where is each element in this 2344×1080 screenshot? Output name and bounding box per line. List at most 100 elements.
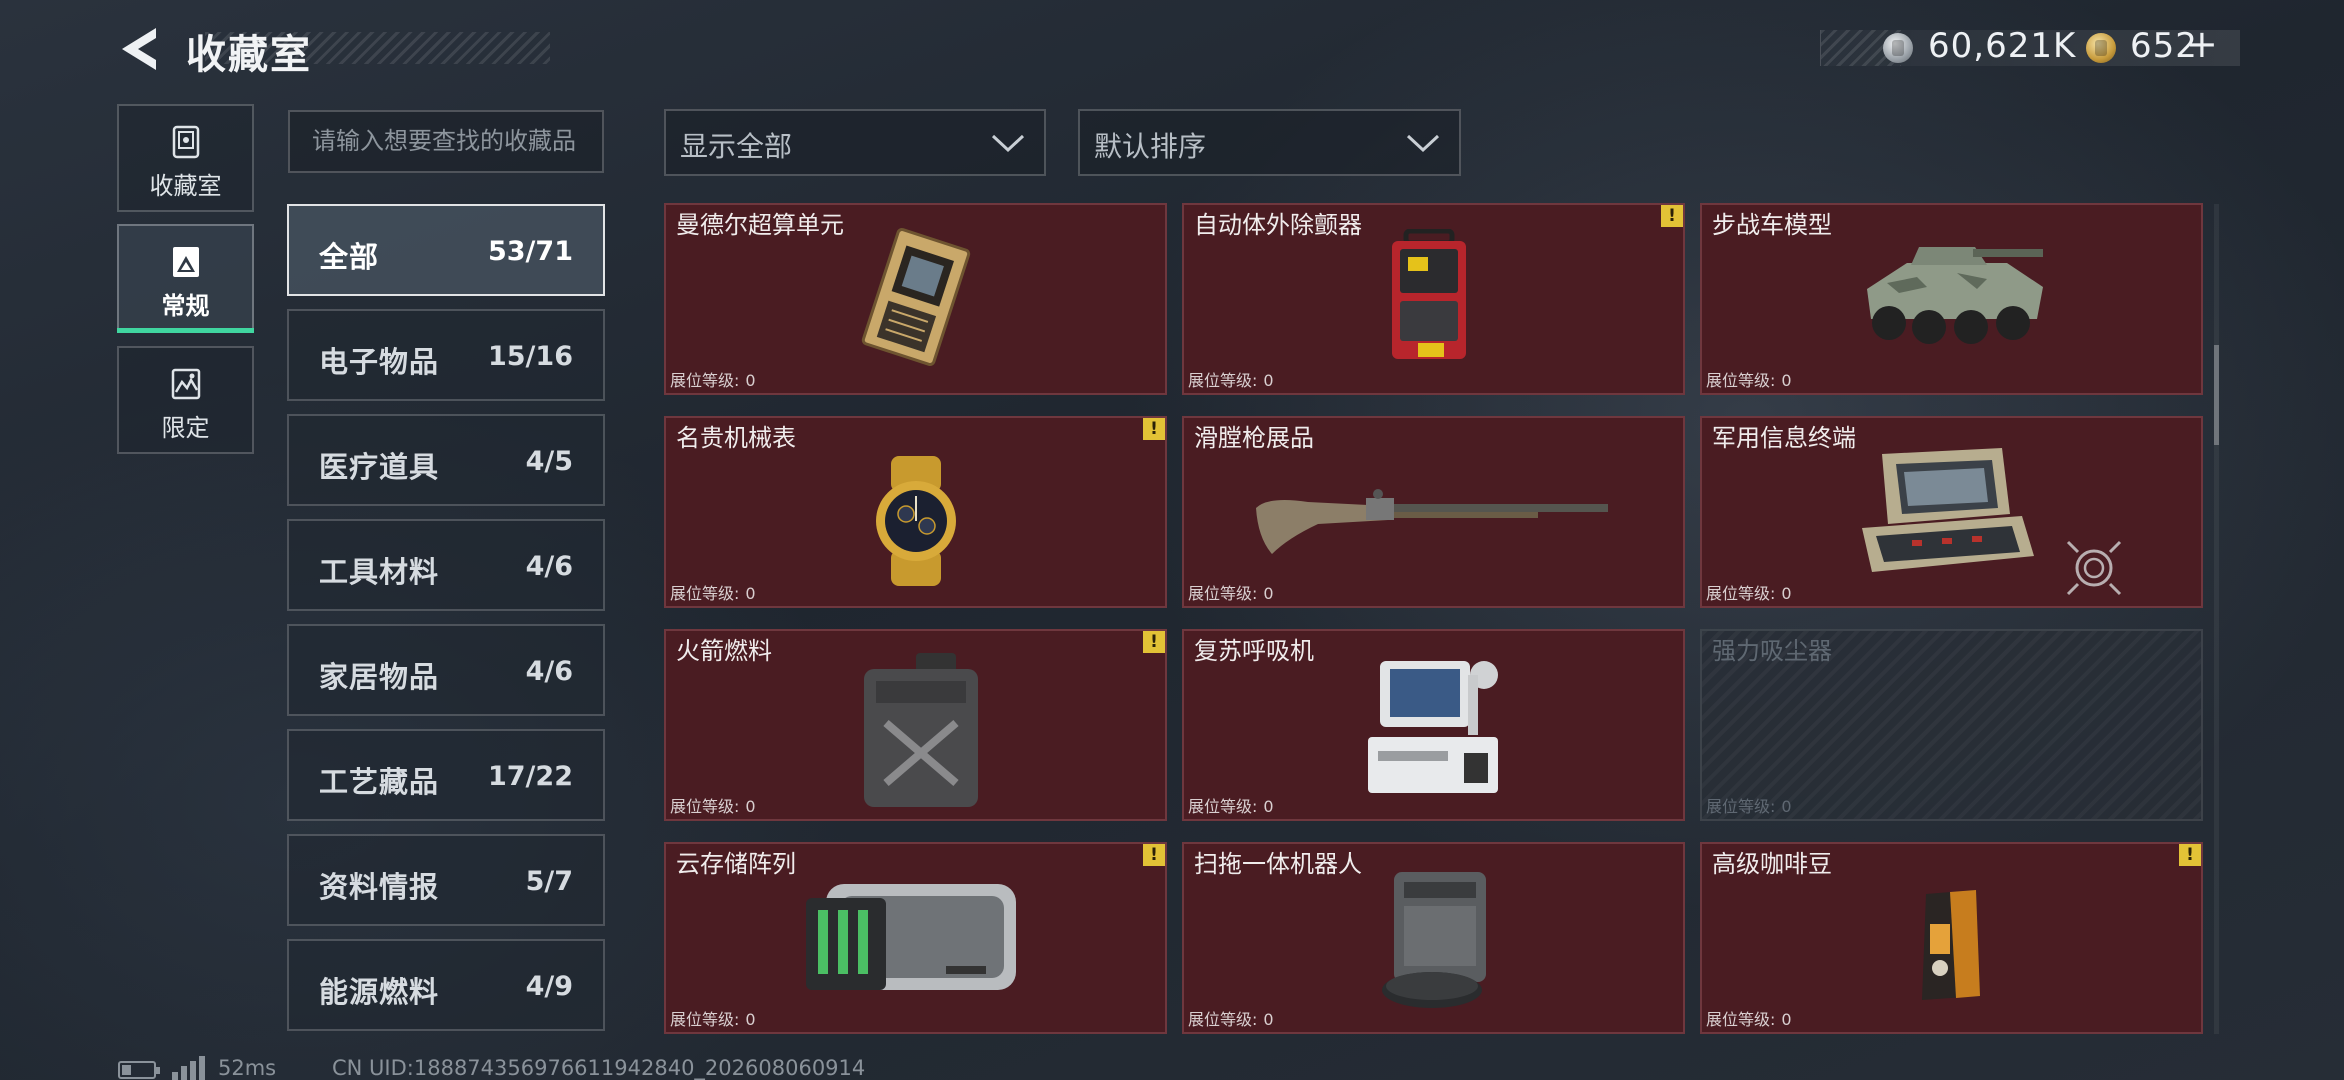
search-input[interactable]: 请输入想要查找的收藏品 xyxy=(288,110,604,173)
page-title: 收藏室 xyxy=(186,32,312,78)
booth-level: 展位等级: 0 xyxy=(1706,797,1792,816)
watch-image xyxy=(876,456,956,586)
gallery-icon xyxy=(172,247,199,277)
category-name: 全部 xyxy=(319,240,380,274)
category-count: 4/9 xyxy=(525,971,573,1002)
collection-card[interactable]: 云存储阵列 ! 展位等级: 0 xyxy=(664,842,1167,1034)
item-name: 名贵机械表 xyxy=(676,424,796,452)
tab-regular-label: 常规 xyxy=(161,292,210,320)
add-currency-button[interactable]: + xyxy=(2186,22,2219,66)
collection-card[interactable]: 火箭燃料 ! 展位等级: 0 xyxy=(664,629,1167,821)
booth-level-value: 0 xyxy=(1263,1010,1274,1029)
signal-icon xyxy=(172,1056,206,1080)
collection-card[interactable]: 军用信息终端 展位等级: 0 xyxy=(1700,416,2203,608)
booth-level: 展位等级: 0 xyxy=(670,371,756,390)
category-count: 17/22 xyxy=(487,761,573,792)
item-name: 高级咖啡豆 xyxy=(1712,850,1832,878)
silver-coin-icon xyxy=(1883,33,1913,63)
booth-level: 展位等级: 0 xyxy=(670,797,756,816)
item-name: 步战车模型 xyxy=(1712,211,1832,239)
tab-vault-label: 收藏室 xyxy=(149,172,222,200)
booth-level-value: 0 xyxy=(745,1010,756,1029)
collection-grid: 曼德尔超算单元 展位等级: 0 自动体外除颤器 ! 展位等级: 0 步战车模型 展位… xyxy=(664,203,2203,1035)
category-count: 4/5 xyxy=(525,446,573,477)
booth-level: 展位等级: 0 xyxy=(1188,584,1274,603)
booth-level-value: 0 xyxy=(1781,371,1792,390)
booth-level-value: 0 xyxy=(745,797,756,816)
tab-vault[interactable]: 收藏室 xyxy=(117,104,254,212)
warning-badge-icon: ! xyxy=(1661,205,1683,227)
item-name: 强力吸尘器 xyxy=(1712,637,1832,665)
category-name: 能源燃料 xyxy=(319,975,440,1009)
booth-level: 展位等级: 0 xyxy=(1188,371,1274,390)
chevron-down-icon xyxy=(991,134,1025,153)
collection-card[interactable]: 复苏呼吸机 展位等级: 0 xyxy=(1182,629,1685,821)
collection-card[interactable]: 扫拖一体机器人 展位等级: 0 xyxy=(1182,842,1685,1034)
warning-badge-icon: ! xyxy=(1143,844,1165,866)
booth-level: 展位等级: 0 xyxy=(1706,371,1792,390)
grid-scroll-thumb[interactable] xyxy=(2214,345,2219,445)
category-count: 15/16 xyxy=(487,341,573,372)
ifv-model-image xyxy=(1867,247,2043,344)
booth-level-value: 0 xyxy=(1781,797,1792,816)
tab-limited[interactable]: 限定 xyxy=(117,346,254,454)
category-tools[interactable]: 工具材料 4/6 xyxy=(287,519,605,611)
category-name: 工具材料 xyxy=(319,555,440,589)
category-household[interactable]: 家居物品 4/6 xyxy=(287,624,605,716)
collection-card[interactable]: 名贵机械表 ! 展位等级: 0 xyxy=(664,416,1167,608)
category-medical[interactable]: 医疗道具 4/5 xyxy=(287,414,605,506)
category-fuel[interactable]: 能源燃料 4/9 xyxy=(287,939,605,1031)
robot-vacuum-image xyxy=(1382,872,1486,1008)
category-count: 53/71 xyxy=(487,236,573,267)
target-reticle-icon xyxy=(2066,540,2122,596)
tab-regular[interactable]: 常规 xyxy=(117,224,254,332)
ventilator-image xyxy=(1368,661,1498,793)
fuel-can-image xyxy=(864,653,978,807)
category-all[interactable]: 全部 53/71 xyxy=(287,204,605,296)
collection-card[interactable]: 自动体外除颤器 ! 展位等级: 0 xyxy=(1182,203,1685,395)
ping-value: 52ms xyxy=(218,1056,277,1080)
supercomputer-unit-image xyxy=(861,228,971,366)
item-name: 自动体外除颤器 xyxy=(1194,211,1362,239)
collection-card-locked[interactable]: 强力吸尘器 展位等级: 0 xyxy=(1700,629,2203,821)
vault-icon xyxy=(172,125,199,159)
storage-array-image xyxy=(806,884,1016,990)
category-name: 资料情报 xyxy=(319,870,440,904)
item-name: 滑膛枪展品 xyxy=(1194,424,1314,452)
booth-level-value: 0 xyxy=(745,371,756,390)
category-name: 工艺藏品 xyxy=(319,765,440,799)
back-button[interactable] xyxy=(118,26,160,72)
booth-level-value: 0 xyxy=(1781,1010,1792,1029)
filter-dropdown-value: 显示全部 xyxy=(680,130,793,163)
user-uid: CN UID:1888743569766119428​40_2026080609… xyxy=(332,1056,866,1080)
category-crafts[interactable]: 工艺藏品 17/22 xyxy=(287,729,605,821)
category-count: 5/7 xyxy=(525,866,573,897)
gold-coin-icon xyxy=(2086,33,2116,63)
collection-card[interactable]: 滑膛枪展品 展位等级: 0 xyxy=(1182,416,1685,608)
item-name: 火箭燃料 xyxy=(676,637,772,665)
collection-card[interactable]: 高级咖啡豆 ! 展位等级: 0 xyxy=(1700,842,2203,1034)
category-name: 电子物品 xyxy=(319,345,440,379)
category-intel[interactable]: 资料情报 5/7 xyxy=(287,834,605,926)
category-count: 4/6 xyxy=(525,551,573,582)
military-terminal-image xyxy=(1862,448,2034,572)
battery-icon xyxy=(118,1061,160,1079)
booth-level-value: 0 xyxy=(745,584,756,603)
booth-level: 展位等级: 0 xyxy=(670,1010,756,1029)
sort-dropdown[interactable]: 默认排序 xyxy=(1078,109,1461,176)
collection-card[interactable]: 曼德尔超算单元 展位等级: 0 xyxy=(664,203,1167,395)
filter-dropdown[interactable]: 显示全部 xyxy=(664,109,1046,176)
coffee-bag-image xyxy=(1922,890,1980,1000)
booth-level: 展位等级: 0 xyxy=(1706,1010,1792,1029)
collection-card[interactable]: 步战车模型 展位等级: 0 xyxy=(1700,203,2203,395)
category-electronics[interactable]: 电子物品 15/16 xyxy=(287,309,605,401)
item-name: 扫拖一体机器人 xyxy=(1194,850,1362,878)
item-name: 复苏呼吸机 xyxy=(1194,637,1314,665)
booth-level-value: 0 xyxy=(1263,584,1274,603)
booth-level: 展位等级: 0 xyxy=(670,584,756,603)
booth-level: 展位等级: 0 xyxy=(1706,584,1792,603)
defibrillator-image xyxy=(1392,229,1466,359)
category-name: 医疗道具 xyxy=(319,450,440,484)
grid-scrollbar[interactable] xyxy=(2214,204,2219,1034)
booth-level: 展位等级: 0 xyxy=(1188,1010,1274,1029)
